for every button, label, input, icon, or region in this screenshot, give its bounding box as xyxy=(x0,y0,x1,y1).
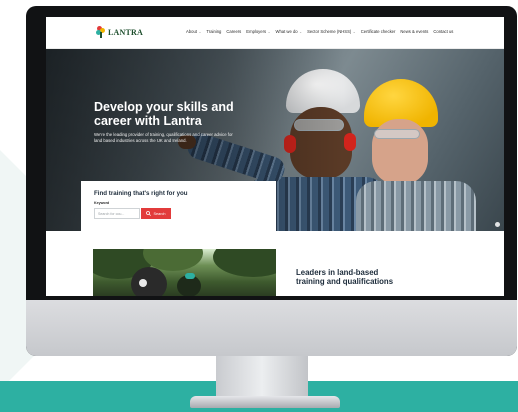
nav-item-label: About xyxy=(186,29,197,34)
nav-item-training[interactable]: Training xyxy=(206,29,221,34)
nav-item-label: Careers xyxy=(226,29,242,34)
keyword-search-input[interactable] xyxy=(94,208,140,219)
monitor-screen: LANTRA About ⌄ Training Careers Employers ⌄ Wh… xyxy=(46,17,504,296)
nav-item-employers[interactable]: Employers ⌄ xyxy=(246,29,270,34)
nav-item-label: Training xyxy=(206,29,222,34)
training-search-card: Find training that's right for you Keywo… xyxy=(81,181,276,243)
keyword-label: Keyword xyxy=(94,201,110,205)
search-button-label: Search xyxy=(153,211,166,216)
search-icon xyxy=(146,211,152,216)
site-logo[interactable]: LANTRA xyxy=(96,26,143,38)
logo-text: LANTRA xyxy=(108,27,143,37)
section-photo xyxy=(93,249,276,296)
chevron-down-icon: ⌄ xyxy=(299,30,303,34)
nav-item-sector-scheme-nhss[interactable]: Sector Scheme (NHSS) ⌄ xyxy=(307,29,356,34)
monitor-stand xyxy=(216,356,308,400)
nav-item-label: Certificate checker xyxy=(360,29,396,34)
nav-item-news-events[interactable]: News & events xyxy=(400,29,428,34)
chevron-down-icon: ⌄ xyxy=(352,30,356,34)
hero-body: We're the leading provider of training, … xyxy=(94,132,233,143)
nav-item-contact-us[interactable]: Contact us xyxy=(433,29,453,34)
nav-item-certificate-checker[interactable]: Certificate checker xyxy=(361,29,396,34)
monitor-stand-base xyxy=(190,396,340,408)
nav-item-what-we-do[interactable]: What we do ⌄ xyxy=(276,29,303,34)
search-button[interactable]: Search xyxy=(141,208,171,219)
search-heading: Find training that's right for you xyxy=(94,190,188,197)
nav-item-careers[interactable]: Careers xyxy=(226,29,241,34)
tree-icon xyxy=(96,26,106,38)
main-nav: About ⌄ Training Careers Employers ⌄ What we d… xyxy=(186,29,453,34)
hero-title: Develop your skills and career with Lant… xyxy=(94,100,234,128)
carousel-dot-icon[interactable] xyxy=(495,222,500,227)
chevron-down-icon: ⌄ xyxy=(198,30,202,34)
section-heading: Leaders in land-based training and quali… xyxy=(296,268,394,286)
monitor-chin xyxy=(26,300,517,356)
site-header: LANTRA About ⌄ Training Careers Employers ⌄ Wh… xyxy=(46,17,504,49)
nav-item-label: News & events xyxy=(400,29,429,34)
nav-item-label: What we do xyxy=(275,29,298,34)
nav-item-about[interactable]: About ⌄ xyxy=(186,29,201,34)
nav-item-label: Contact us xyxy=(433,29,454,34)
nav-item-label: Sector Scheme (NHSS) xyxy=(307,29,352,34)
nav-item-label: Employers xyxy=(246,29,267,34)
chevron-down-icon: ⌄ xyxy=(267,30,271,34)
